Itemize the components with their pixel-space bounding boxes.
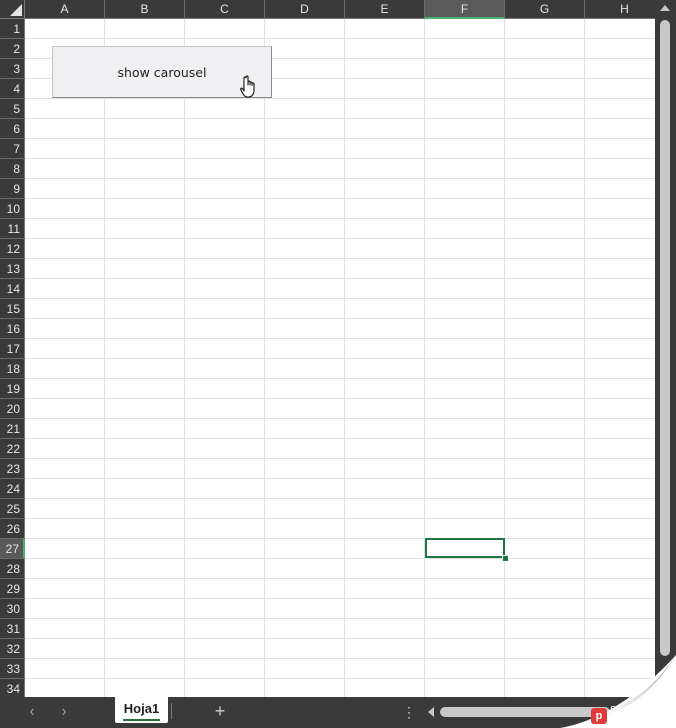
hand-cursor-icon <box>240 75 255 98</box>
column-header-h[interactable]: H <box>585 0 665 19</box>
watermark-brand: Screenpresso <box>610 705 676 716</box>
sheet-tab-hoja1[interactable]: Hoja1 <box>115 697 168 723</box>
row-header-2[interactable]: 2 <box>0 39 25 59</box>
column-header-f[interactable]: F <box>425 0 505 19</box>
gridlines <box>25 19 655 697</box>
row-header-34[interactable]: 34 <box>0 679 25 699</box>
scroll-left-arrow-icon[interactable] <box>428 707 434 717</box>
row-header-19[interactable]: 19 <box>0 379 25 399</box>
column-headers: ABCDEFGH <box>25 0 676 19</box>
row-header-26[interactable]: 26 <box>0 519 25 539</box>
scroll-up-arrow-icon[interactable] <box>660 5 670 11</box>
more-options-icon[interactable]: ⋮ <box>402 702 416 722</box>
tab-divider <box>171 703 172 719</box>
row-header-21[interactable]: 21 <box>0 419 25 439</box>
row-header-31[interactable]: 31 <box>0 619 25 639</box>
row-header-18[interactable]: 18 <box>0 359 25 379</box>
row-header-14[interactable]: 14 <box>0 279 25 299</box>
row-header-13[interactable]: 13 <box>0 259 25 279</box>
select-all-corner[interactable] <box>0 0 25 19</box>
column-header-c[interactable]: C <box>185 0 265 19</box>
row-header-10[interactable]: 10 <box>0 199 25 219</box>
previous-sheet-arrow-icon[interactable]: ‹ <box>23 703 41 721</box>
select-all-triangle-icon <box>10 4 22 16</box>
row-header-25[interactable]: 25 <box>0 499 25 519</box>
row-headers: 1 2 3 4 5 6 7 8 9 10 11 12 13 14 15 16 17 18 19 20 21 22 23 24 2… <box>0 19 25 699</box>
row-header-23[interactable]: 23 <box>0 459 25 479</box>
screenpresso-logo-icon: p <box>591 708 607 724</box>
row-header-32[interactable]: 32 <box>0 639 25 659</box>
row-header-29[interactable]: 29 <box>0 579 25 599</box>
vertical-scroll-thumb[interactable] <box>660 20 670 656</box>
column-header-b[interactable]: B <box>105 0 185 19</box>
column-header-d[interactable]: D <box>265 0 345 19</box>
watermark-domain: .com <box>657 716 676 725</box>
column-header-a[interactable]: A <box>25 0 105 19</box>
spreadsheet: ABCDEFGH 1 2 3 4 5 6 7 8 9 10 11 12 13 14 15 16 17 18 19 20… <box>0 0 676 728</box>
row-header-12[interactable]: 12 <box>0 239 25 259</box>
add-sheet-icon[interactable]: + <box>210 701 230 721</box>
row-header-22[interactable]: 22 <box>0 439 25 459</box>
cell-grid[interactable]: show carousel <box>25 19 655 697</box>
row-header-11[interactable]: 11 <box>0 219 25 239</box>
row-header-9[interactable]: 9 <box>0 179 25 199</box>
show-carousel-label: show carousel <box>117 64 207 80</box>
row-header-16[interactable]: 16 <box>0 319 25 339</box>
row-header-30[interactable]: 30 <box>0 599 25 619</box>
show-carousel-button[interactable]: show carousel <box>52 46 272 98</box>
fill-handle[interactable] <box>502 555 509 562</box>
row-header-7[interactable]: 7 <box>0 139 25 159</box>
screenpresso-watermark: p Screenpresso .com <box>591 706 676 726</box>
row-header-20[interactable]: 20 <box>0 399 25 419</box>
column-header-g[interactable]: G <box>505 0 585 19</box>
next-sheet-arrow-icon[interactable]: › <box>55 703 73 721</box>
row-header-3[interactable]: 3 <box>0 59 25 79</box>
vertical-scrollbar[interactable] <box>655 0 676 697</box>
row-header-33[interactable]: 33 <box>0 659 25 679</box>
row-header-27[interactable]: 27 <box>0 539 25 559</box>
active-cell-f27[interactable] <box>425 538 505 558</box>
row-header-5[interactable]: 5 <box>0 99 25 119</box>
row-header-6[interactable]: 6 <box>0 119 25 139</box>
row-header-17[interactable]: 17 <box>0 339 25 359</box>
sheet-tab-label: Hoja1 <box>122 699 161 721</box>
row-header-8[interactable]: 8 <box>0 159 25 179</box>
row-header-4[interactable]: 4 <box>0 79 25 99</box>
row-header-28[interactable]: 28 <box>0 559 25 579</box>
column-header-e[interactable]: E <box>345 0 425 19</box>
row-header-24[interactable]: 24 <box>0 479 25 499</box>
row-header-15[interactable]: 15 <box>0 299 25 319</box>
row-header-1[interactable]: 1 <box>0 19 25 39</box>
